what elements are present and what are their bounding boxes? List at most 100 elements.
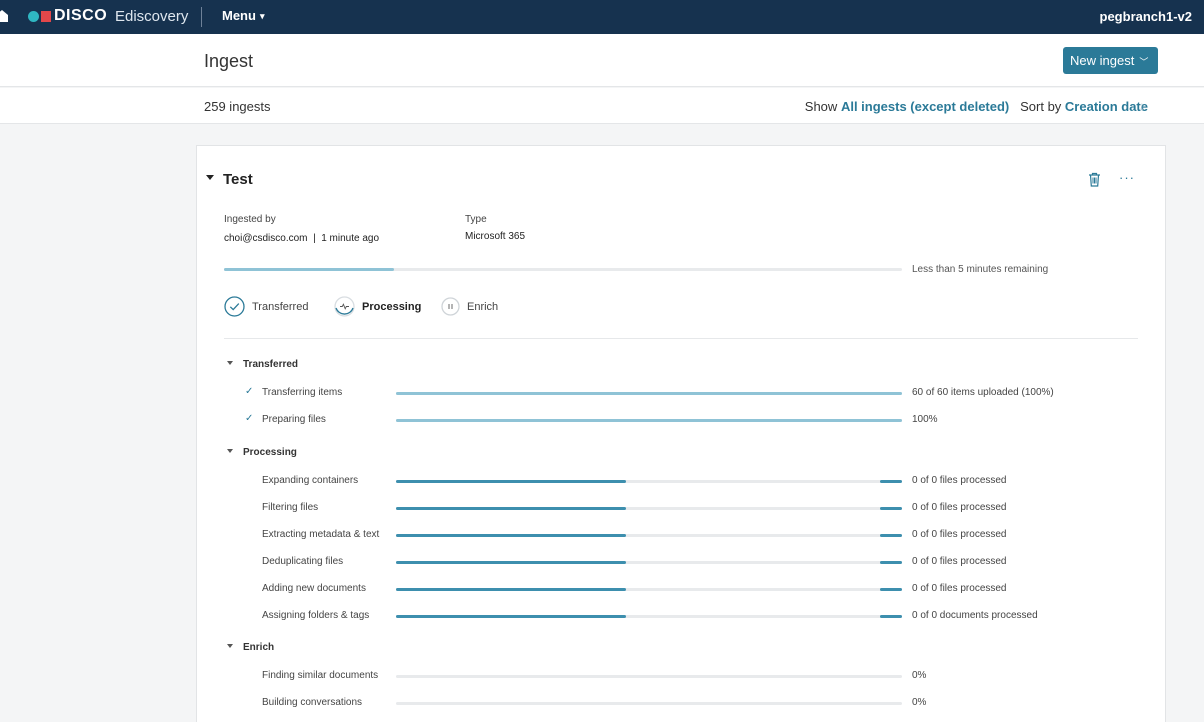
- chevron-down-icon: ﹀: [1139, 57, 1149, 67]
- task-row: ✓ Transferring items 60 of 60 items upload…: [197, 386, 1167, 400]
- task-progress-bar: [396, 392, 902, 395]
- task-status: 0%: [912, 697, 927, 708]
- task-progress-indicator: [880, 615, 902, 618]
- divider: [224, 338, 1138, 339]
- brand-name[interactable]: DISCO: [54, 7, 107, 25]
- chevron-down-icon: ▾: [259, 11, 265, 21]
- task-label: Adding new documents: [262, 583, 366, 594]
- task-label: Transferring items: [262, 387, 343, 398]
- show-label: Show: [804, 99, 838, 114]
- sort-direction-icon[interactable]: ↓: [1139, 99, 1145, 113]
- task-progress-bar: [396, 507, 902, 510]
- task-label: Expanding containers: [262, 475, 359, 486]
- pause-circle-icon: [441, 297, 460, 316]
- caret-down-icon: [227, 644, 233, 648]
- task-row: Filtering files 0 of 0 files processed: [197, 501, 1167, 515]
- stage-label: Processing: [362, 301, 422, 313]
- check-icon: ✓: [245, 413, 254, 424]
- brand-product[interactable]: Ediscovery: [115, 8, 188, 25]
- more-options-icon[interactable]: ···: [1119, 170, 1135, 185]
- user-menu[interactable]: pegbranch1-v2: [1100, 9, 1192, 24]
- task-progress-fill: [396, 392, 902, 395]
- task-progress-bar: [396, 480, 902, 483]
- task-progress-bar: [396, 615, 902, 618]
- new-ingest-label: New ingest: [1070, 53, 1135, 68]
- section-header-processing[interactable]: Processing: [227, 447, 297, 458]
- check-circle-icon: [224, 296, 245, 317]
- time-remaining: Less than 5 minutes remaining: [912, 264, 1049, 275]
- section-title: Processing: [243, 447, 297, 458]
- overall-progress-bar: [224, 268, 902, 271]
- stage-label: Transferred: [252, 301, 309, 313]
- caret-down-icon: [227, 449, 233, 453]
- task-progress-bar: [396, 561, 902, 564]
- task-label: Extracting metadata & text: [262, 529, 380, 540]
- new-ingest-button[interactable]: New ingest ﹀: [1063, 47, 1158, 74]
- section-header-enrich[interactable]: Enrich: [227, 642, 274, 653]
- task-status: 0%: [912, 670, 927, 681]
- brand-logo-square: [41, 11, 51, 22]
- task-status: 0 of 0 files processed: [912, 556, 1007, 567]
- task-status: 60 of 60 items uploaded (100%): [912, 387, 1054, 398]
- page-title: Ingest: [204, 51, 254, 71]
- task-row: Deduplicating files 0 of 0 files processe…: [197, 555, 1167, 569]
- stage-label: Enrich: [467, 301, 499, 313]
- brand-logo-dot: [28, 11, 39, 22]
- sort-dropdown[interactable]: Creation date: [1065, 99, 1148, 114]
- collapse-toggle-icon[interactable]: [206, 175, 214, 180]
- task-progress-fill: [396, 588, 626, 591]
- section-header-transferred[interactable]: Transferred: [227, 359, 298, 370]
- list-toolbar: 259 ingests Show All ingests (except del…: [0, 88, 1204, 124]
- task-status: 0 of 0 files processed: [912, 583, 1007, 594]
- task-progress-bar: [396, 419, 902, 422]
- task-progress-fill: [396, 480, 626, 483]
- ingest-title: Test: [223, 171, 253, 188]
- menu-button[interactable]: Menu ▾: [222, 8, 264, 23]
- trash-icon[interactable]: [1088, 172, 1101, 187]
- ingest-count: 259 ingests: [204, 99, 271, 114]
- task-row: Building conversations 0%: [197, 696, 1167, 710]
- task-label: Deduplicating files: [262, 556, 344, 567]
- ingested-by-value: choi@csdisco.com | 1 minute ago: [224, 233, 380, 244]
- task-status: 0 of 0 documents processed: [912, 610, 1038, 621]
- task-progress-fill: [396, 507, 626, 510]
- home-icon[interactable]: [0, 9, 8, 23]
- ingest-card: Test ··· Ingested by choi@csdisco.com | …: [196, 145, 1166, 722]
- task-status: 0 of 0 files processed: [912, 502, 1007, 513]
- section-title: Transferred: [243, 359, 299, 370]
- task-progress-bar: [396, 588, 902, 591]
- sort-label: Sort by: [1020, 99, 1062, 114]
- task-row: Adding new documents 0 of 0 files process…: [197, 582, 1167, 596]
- section-title: Enrich: [243, 642, 275, 653]
- task-label: Preparing files: [262, 414, 326, 425]
- page-header: Ingest New ingest ﹀: [0, 34, 1204, 87]
- task-progress-bar: [396, 702, 902, 705]
- task-progress-indicator: [880, 534, 902, 537]
- overall-progress-fill: [224, 268, 394, 271]
- task-progress-fill: [396, 561, 626, 564]
- task-progress-indicator: [880, 561, 902, 564]
- task-label: Building conversations: [262, 697, 363, 708]
- task-status: 0 of 0 files processed: [912, 529, 1007, 540]
- task-row: Finding similar documents 0%: [197, 669, 1167, 683]
- top-nav: DISCO Ediscovery Menu ▾ pegbranch1-v2: [0, 0, 1204, 34]
- task-progress-indicator: [880, 480, 902, 483]
- task-progress-fill: [396, 419, 902, 422]
- caret-down-icon: [227, 361, 233, 365]
- task-row: Expanding containers 0 of 0 files process…: [197, 474, 1167, 488]
- check-icon: ✓: [245, 386, 254, 397]
- task-progress-indicator: [880, 507, 902, 510]
- task-progress-bar: [396, 675, 902, 678]
- menu-label: Menu: [222, 8, 256, 23]
- show-filter-dropdown[interactable]: All ingests (except deleted): [841, 99, 1009, 114]
- task-status: 0 of 0 files processed: [912, 475, 1007, 486]
- task-label: Assigning folders & tags: [262, 610, 370, 621]
- task-progress-bar: [396, 534, 902, 537]
- type-label: Type: [465, 214, 487, 225]
- nav-divider: [201, 7, 202, 27]
- task-label: Filtering files: [262, 502, 319, 513]
- ingested-by-label: Ingested by: [224, 214, 276, 225]
- task-progress-indicator: [880, 588, 902, 591]
- filter-sort-controls: Show All ingests (except deleted) Sort b…: [805, 99, 1148, 114]
- task-progress-fill: [396, 534, 626, 537]
